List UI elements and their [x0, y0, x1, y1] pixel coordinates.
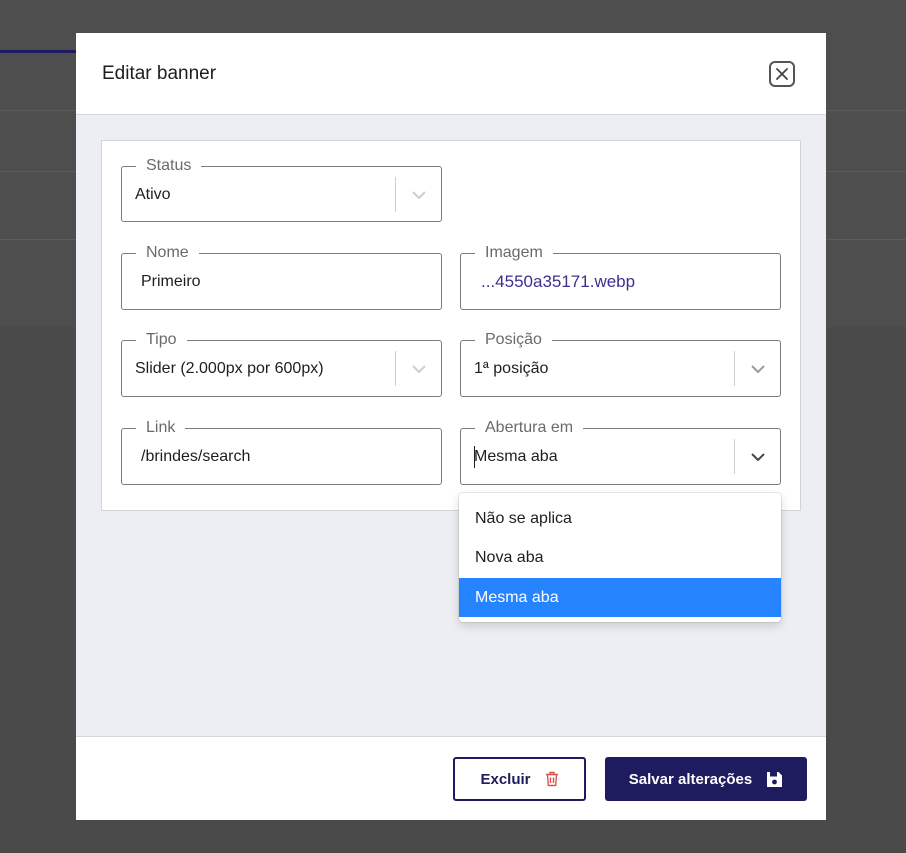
select-divider [395, 177, 396, 212]
chevron-down-icon[interactable] [748, 447, 768, 467]
tipo-value: Slider (2.000px por 600px) [135, 360, 324, 377]
close-icon [776, 68, 788, 80]
edit-banner-modal: Editar banner Excluir Salvar alterações [76, 33, 826, 820]
posicao-label: Posição [475, 330, 552, 350]
select-divider [395, 351, 396, 386]
tipo-select[interactable]: Tipo Slider (2.000px por 600px) [121, 330, 442, 397]
abertura-value: Mesma aba [474, 448, 558, 465]
abertura-select[interactable]: Abertura em Mesma aba [460, 418, 781, 485]
modal-title: Editar banner [102, 63, 217, 84]
save-button-label: Salvar alterações [628, 770, 753, 788]
link-value: /brindes/search [141, 448, 251, 465]
save-changes-button[interactable]: Salvar alterações [605, 757, 807, 801]
modal-header: Editar banner [76, 33, 826, 115]
imagem-field[interactable]: Imagem ...4550a35171.webp [460, 243, 781, 310]
select-divider [734, 351, 735, 386]
posicao-value: 1ª posição [474, 360, 549, 377]
nome-field[interactable]: Nome Primeiro [121, 243, 442, 310]
chevron-down-icon [409, 185, 429, 205]
delete-button[interactable]: Excluir [453, 757, 586, 801]
background-tab-indicator [0, 50, 76, 53]
select-divider [734, 439, 735, 474]
link-field[interactable]: Link /brindes/search [121, 418, 442, 485]
posicao-select[interactable]: Posição 1ª posição [460, 330, 781, 397]
status-select[interactable]: Status Ativo [121, 156, 442, 222]
imagem-filename[interactable]: ...4550a35171.webp [481, 272, 635, 292]
nome-label: Nome [136, 243, 199, 263]
abertura-dropdown-menu: Não se aplica Nova aba Mesma aba [459, 493, 781, 622]
option-mesma-aba[interactable]: Mesma aba [459, 578, 781, 617]
floppy-disk-icon [766, 771, 783, 788]
link-label: Link [136, 418, 186, 438]
status-label: Status [136, 156, 202, 176]
abertura-label: Abertura em [475, 418, 584, 438]
tipo-label: Tipo [136, 330, 187, 350]
chevron-down-icon [748, 359, 768, 379]
trash-icon [545, 771, 559, 787]
delete-button-label: Excluir [480, 770, 531, 788]
modal-footer: Excluir Salvar alterações [76, 737, 826, 820]
option-nova-aba[interactable]: Nova aba [459, 538, 781, 577]
status-value: Ativo [135, 186, 171, 203]
nome-value: Primeiro [141, 273, 201, 290]
close-button[interactable] [769, 61, 795, 87]
imagem-label: Imagem [475, 243, 553, 263]
chevron-down-icon [409, 359, 429, 379]
option-nao-se-aplica[interactable]: Não se aplica [459, 499, 781, 538]
